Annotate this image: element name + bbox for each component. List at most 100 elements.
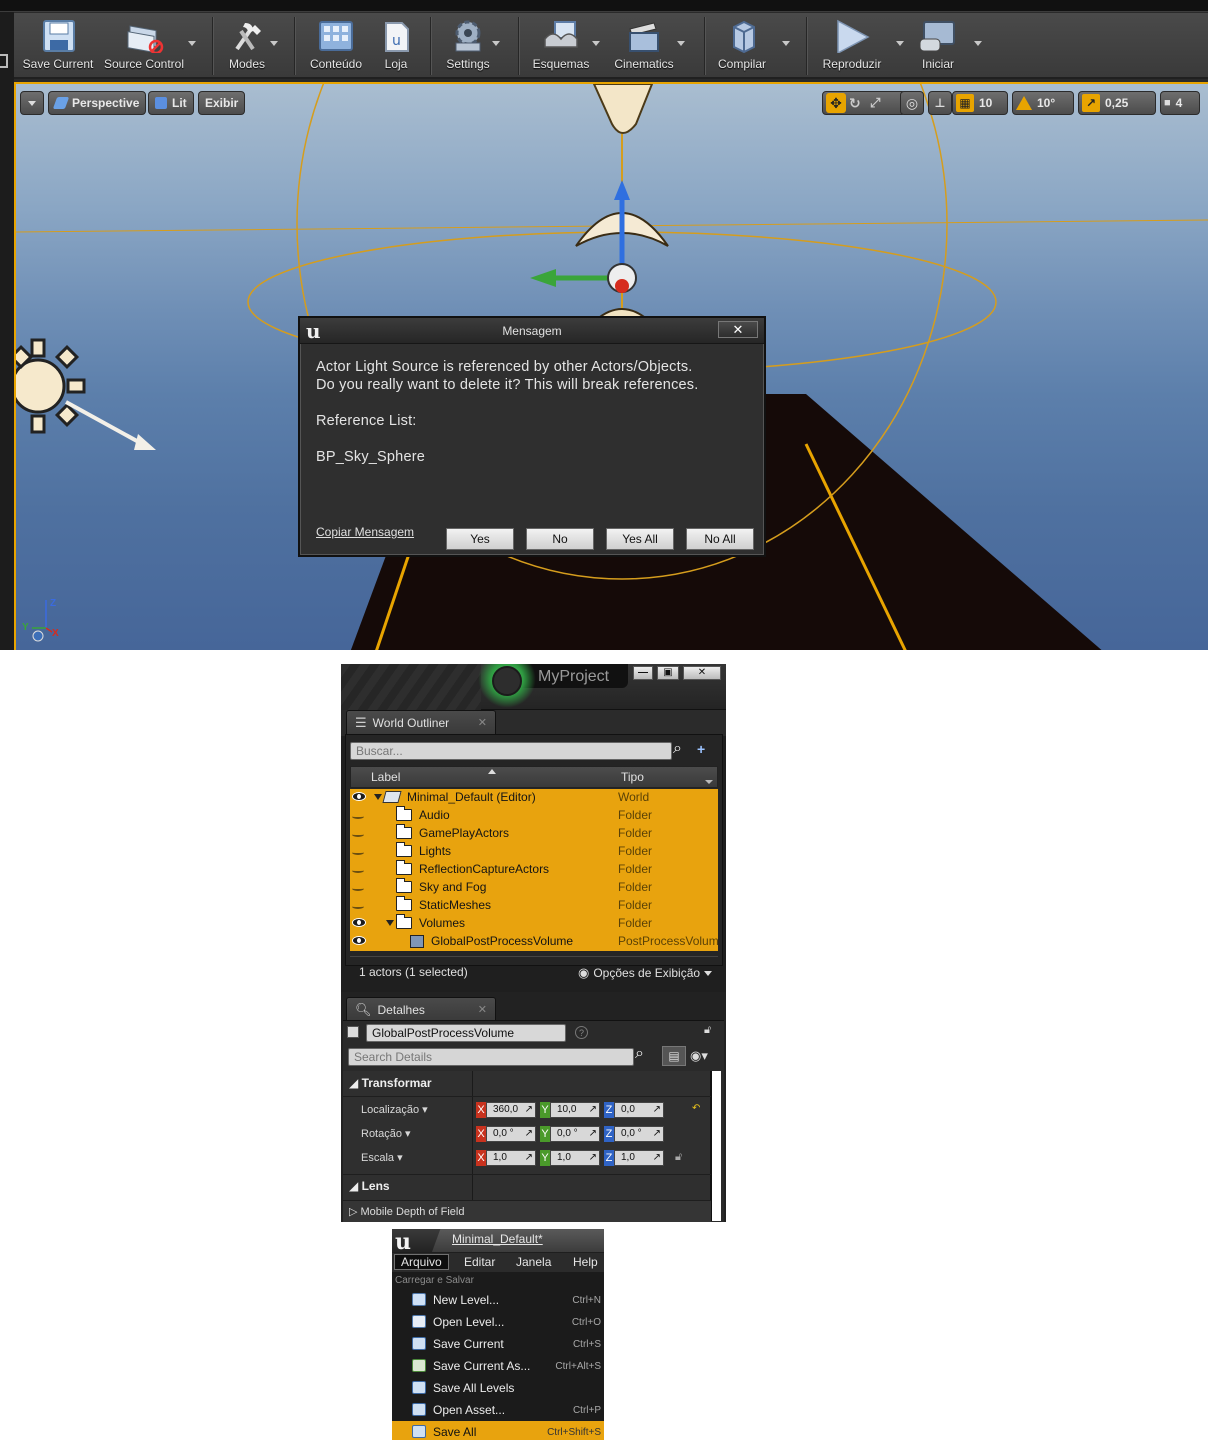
surface-snap-toggle[interactable]: ⊥ — [928, 91, 952, 115]
outliner-search-input[interactable]: Buscar... — [350, 742, 672, 760]
scale-icon[interactable]: ⤢ — [870, 95, 888, 111]
section-lens[interactable]: ◢ Lens — [349, 1179, 390, 1193]
rotation-z-field[interactable]: 0,0 ° — [614, 1126, 664, 1142]
launch-button[interactable]: Iniciar — [912, 15, 964, 77]
modes-dropdown-arrow[interactable] — [270, 41, 278, 46]
no-button[interactable]: No — [526, 528, 594, 550]
play-button[interactable]: Reproduzir — [818, 15, 886, 77]
rotation-snap-control[interactable]: 10° — [1012, 91, 1074, 115]
visibility-eye-icon[interactable] — [352, 904, 364, 909]
expand-arrow-icon[interactable] — [386, 920, 394, 926]
collapsed-panel-icon[interactable] — [0, 54, 8, 68]
launch-dropdown-arrow[interactable] — [974, 41, 982, 46]
translate-icon[interactable]: ✥ — [826, 93, 846, 113]
scale-lock-icon[interactable]: 🔓︎ — [675, 1151, 682, 1164]
column-type[interactable]: Tipo — [621, 770, 644, 784]
tree-row-staticmeshes[interactable]: StaticMeshes Folder — [350, 896, 718, 915]
menu-item-new-level[interactable]: New Level... Ctrl+N — [392, 1289, 604, 1311]
visibility-eye-icon[interactable] — [352, 814, 364, 819]
minimize-button[interactable]: — — [633, 666, 653, 680]
cinematics-button[interactable]: Cinematics — [608, 15, 680, 77]
menu-item-open-asset[interactable]: Open Asset... Ctrl+P — [392, 1399, 604, 1421]
dialog-close-button[interactable]: ✕ — [718, 321, 758, 338]
expand-arrow-icon[interactable] — [374, 794, 382, 800]
tab-world-outliner[interactable]: ☰ World Outliner ✕ — [346, 710, 496, 734]
scale-y-field[interactable]: 1,0 — [550, 1150, 600, 1166]
settings-dropdown-arrow[interactable] — [492, 41, 500, 46]
visibility-eye-icon[interactable] — [352, 792, 366, 801]
window-close-button[interactable]: ✕ — [683, 666, 721, 680]
world-local-toggle[interactable]: ◎ — [900, 91, 924, 115]
lit-button[interactable]: Lit — [148, 91, 194, 115]
save-current-button[interactable]: Save Current — [20, 15, 96, 77]
grid-snap-control[interactable]: ▦ 10 — [952, 91, 1008, 115]
visibility-eye-icon[interactable] — [352, 850, 364, 855]
modes-button[interactable]: Modes — [222, 15, 272, 77]
rotation-label[interactable]: Rotação ▾ — [361, 1127, 411, 1140]
location-x-field[interactable]: 360,0 — [486, 1102, 536, 1118]
lock-icon[interactable]: 🔓︎ — [704, 1024, 711, 1037]
tree-row-sky-and-fog[interactable]: Sky and Fog Folder — [350, 878, 718, 897]
tree-row-gameplayactors[interactable]: GamePlayActors Folder — [350, 824, 718, 843]
search-icon[interactable]: ⌕ — [635, 1045, 644, 1063]
tree-row-volumes[interactable]: Volumes Folder — [350, 914, 718, 933]
tree-row-world[interactable]: Minimal_Default (Editor) World — [350, 789, 718, 807]
mobile-dof-category[interactable]: ▷ Mobile Depth of Field — [349, 1205, 464, 1218]
rotate-icon[interactable]: ↻ — [849, 95, 867, 112]
search-icon[interactable]: ⌕ — [673, 740, 682, 758]
rotation-x-field[interactable]: 0,0 ° — [486, 1126, 536, 1142]
view-options-eye-icon[interactable]: ◉▾ — [690, 1048, 708, 1064]
no-all-button[interactable]: No All — [686, 528, 754, 550]
marketplace-button[interactable]: u Loja — [374, 15, 418, 77]
property-matrix-icon[interactable]: ▤ — [662, 1046, 686, 1066]
build-dropdown-arrow[interactable] — [782, 41, 790, 46]
view-options-button[interactable]: ◉ Opções de Exibição — [578, 965, 713, 981]
location-y-field[interactable]: 10,0 — [550, 1102, 600, 1118]
viewport-options-button[interactable] — [20, 91, 44, 115]
yes-all-button[interactable]: Yes All — [606, 528, 674, 550]
scale-snap-control[interactable]: ↗ 0,25 — [1078, 91, 1156, 115]
menu-editar[interactable]: Editar — [464, 1255, 495, 1269]
scale-label[interactable]: Escala ▾ — [361, 1151, 403, 1164]
dialog-titlebar[interactable]: u Mensagem ✕ — [300, 318, 764, 344]
visibility-eye-icon[interactable] — [352, 936, 366, 945]
menu-item-save-current[interactable]: Save Current Ctrl+S — [392, 1333, 604, 1355]
tree-row-globalpostprocessvolume[interactable]: GlobalPostProcessVolume PostProcessVolum — [350, 933, 719, 951]
menu-item-save-all[interactable]: Save All Ctrl+Shift+S — [392, 1421, 604, 1440]
camera-speed-control[interactable]: ■ 4 — [1160, 91, 1200, 115]
add-filter-icon[interactable]: + — [697, 741, 705, 757]
details-search-input[interactable]: Search Details — [348, 1048, 634, 1066]
blueprints-button[interactable]: Esquemas — [528, 15, 594, 77]
location-label[interactable]: Localização ▾ — [361, 1103, 428, 1116]
yes-button[interactable]: Yes — [446, 528, 514, 550]
show-button[interactable]: Exibir — [198, 91, 246, 115]
visibility-eye-icon[interactable] — [352, 868, 364, 873]
location-z-field[interactable]: 0,0 — [614, 1102, 664, 1118]
perspective-button[interactable]: Perspective — [48, 91, 147, 115]
column-options-icon[interactable] — [705, 780, 713, 784]
menu-janela[interactable]: Janela — [516, 1255, 551, 1269]
menu-item-save-current-as[interactable]: Save Current As... Ctrl+Alt+S — [392, 1355, 604, 1377]
cinematics-dropdown-arrow[interactable] — [677, 41, 685, 46]
blueprints-dropdown-arrow[interactable] — [592, 41, 600, 46]
visibility-eye-icon[interactable] — [352, 886, 364, 891]
help-icon[interactable]: ? — [575, 1026, 588, 1039]
column-label[interactable]: Label — [371, 770, 400, 784]
gizmo-z-arrow[interactable] — [614, 180, 630, 200]
source-control-dropdown-arrow[interactable] — [188, 41, 196, 46]
copy-message-link[interactable]: Copiar Mensagem — [316, 525, 414, 539]
content-button[interactable]: Conteúdo — [306, 15, 366, 77]
rotation-y-field[interactable]: 0,0 ° — [550, 1126, 600, 1142]
menu-arquivo[interactable]: Arquivo — [394, 1254, 449, 1270]
source-control-button[interactable]: Source Control — [102, 15, 186, 77]
menu-item-open-level[interactable]: Open Level... Ctrl+O — [392, 1311, 604, 1333]
menu-item-save-all-levels[interactable]: Save All Levels — [392, 1377, 604, 1399]
visibility-eye-icon[interactable] — [352, 918, 366, 927]
scale-z-field[interactable]: 1,0 — [614, 1150, 664, 1166]
scale-x-field[interactable]: 1,0 — [486, 1150, 536, 1166]
build-button[interactable]: Compilar — [714, 15, 770, 77]
window-header[interactable]: MyProject — ▣ ✕ — [341, 664, 726, 710]
tree-row-audio[interactable]: Audio Folder — [350, 806, 718, 825]
section-transform[interactable]: ◢ Transformar — [349, 1076, 432, 1090]
directional-light-sun-icon[interactable] — [16, 338, 156, 450]
